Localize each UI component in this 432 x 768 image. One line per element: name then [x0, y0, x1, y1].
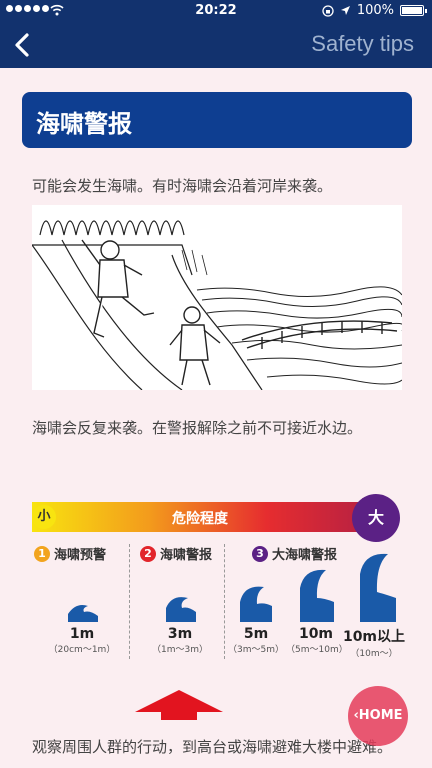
scale-title: 危险程度: [172, 511, 228, 527]
wave-10m-icon: [300, 569, 334, 622]
wave-height-range: （20cm〜1m）: [48, 645, 116, 655]
wave-5m-icon: [240, 586, 272, 622]
wave-height-value: 10m: [298, 626, 334, 642]
level-divider: [224, 544, 225, 659]
description-text: 可能会发生海啸。有时海啸会沿着河岸来袭。: [32, 177, 333, 195]
scale-large-label: 大: [352, 494, 400, 542]
wave-height-value: 10m以上: [342, 629, 406, 645]
home-button[interactable]: ‹HOME: [348, 686, 408, 746]
battery-icon: [400, 5, 427, 16]
wave-height-5m: 5m （3m〜5m）: [228, 626, 284, 655]
wave-height-10m: 10m （5m〜10m）: [286, 626, 348, 655]
tsunami-evacuation-illustration: [32, 205, 402, 390]
wave-height-range: （3m〜5m）: [228, 645, 284, 655]
level-divider: [129, 544, 130, 659]
nav-bar: Safety tips: [0, 22, 432, 68]
level-name: 大海啸警报: [272, 548, 338, 563]
level-number: 2: [140, 545, 156, 562]
wave-3m-icon: [166, 597, 196, 622]
nav-title: Safety tips: [311, 31, 414, 56]
level-number: 1: [34, 545, 50, 562]
wave-height-3m: 3m （1m〜3m）: [142, 626, 218, 655]
wave-height-10m-plus: 10m以上 （10m〜）: [342, 626, 406, 659]
level-major-warning: 3 大海啸警报: [252, 544, 337, 563]
warning-levels: 1 海啸预警 2 海啸警报 3 大海啸警报 1m （20cm〜1m） 3m （1…: [32, 544, 406, 664]
status-bar: 20:22 100%: [0, 0, 432, 22]
page-title: 海啸警报: [22, 92, 412, 148]
level-advisory: 1 海啸预警: [34, 544, 106, 563]
level-warning: 2 海啸警报: [140, 544, 212, 563]
level-name: 海啸警报: [160, 548, 213, 563]
scale-small-label: 小: [32, 505, 56, 529]
evacuation-text: 观察周围人群的行动，到高台或海啸避难大楼中避难。: [32, 738, 393, 756]
wave-height-range: （1m〜3m）: [152, 645, 208, 655]
wave-height-value: 3m: [167, 626, 193, 642]
wave-10m-plus-icon: [360, 553, 396, 622]
home-button-label: HOME: [358, 708, 403, 723]
arrow-up-icon: [135, 690, 223, 720]
wave-height-value: 5m: [243, 626, 269, 642]
battery-percent: 100%: [356, 3, 394, 18]
wave-height-1m: 1m （20cm〜1m）: [42, 626, 122, 655]
wave-height-range: （10m〜）: [350, 649, 398, 659]
wave-height-range: （5m〜10m）: [286, 645, 348, 655]
wave-1m-icon: [68, 605, 98, 622]
level-number: 3: [252, 545, 268, 562]
warning-text: 海啸会反复来袭。在警报解除之前不可接近水边。: [32, 419, 363, 437]
orientation-lock-icon: [322, 4, 334, 17]
danger-scale: 小 危险程度 大 1 海啸预警 2 海啸警报 3 大海啸警报 1m （20cm〜…: [32, 494, 406, 664]
wave-height-value: 1m: [69, 626, 95, 642]
level-name: 海啸预警: [54, 548, 107, 563]
location-arrow-icon: [340, 6, 350, 15]
back-button[interactable]: [8, 30, 38, 60]
